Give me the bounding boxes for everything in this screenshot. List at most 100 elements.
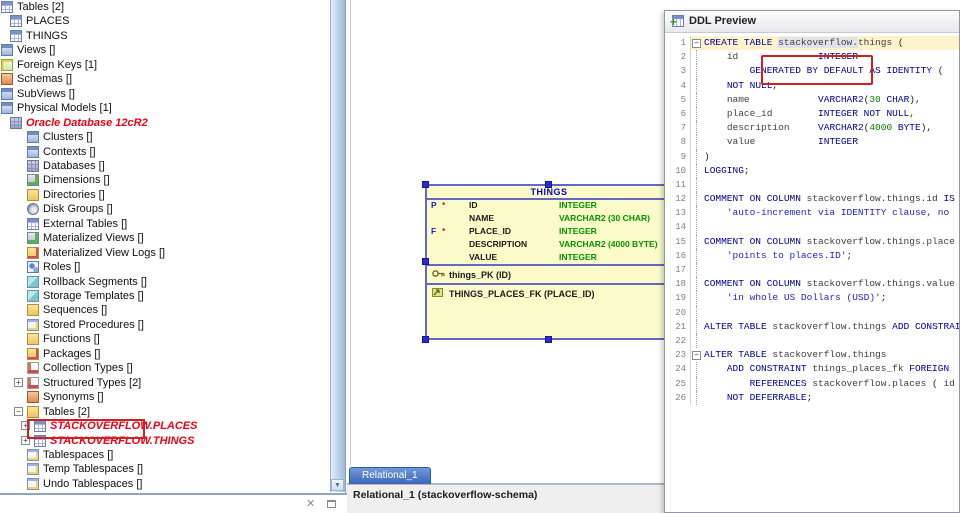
- ddl-line: 2 id INTEGER: [665, 50, 959, 65]
- tree-item-label: Foreign Keys [1]: [17, 58, 98, 71]
- resize-handle-bottom-center[interactable]: [545, 336, 552, 343]
- ddl-line: 21 ALTER TABLE stackoverflow.things ADD C…: [665, 319, 959, 335]
- restore-window-icon[interactable]: [327, 500, 336, 508]
- tree-item-things[interactable]: THINGS: [0, 29, 345, 44]
- tree-item-foreign-keys-1[interactable]: Foreign Keys [1]: [0, 58, 345, 73]
- tree-vertical-scrollbar[interactable]: ▼: [330, 0, 345, 492]
- code-fold-minus-icon[interactable]: −: [692, 39, 701, 48]
- entity-column-row[interactable]: DESCRIPTION VARCHAR2 (4000 BYTE): [427, 239, 671, 252]
- column-name: ID: [469, 200, 478, 210]
- resize-handle-bottom-left[interactable]: [422, 336, 429, 343]
- tree-item-places[interactable]: PLACES: [0, 14, 345, 29]
- tablespaces-icon: [27, 477, 39, 490]
- tree-item-disk-groups[interactable]: Disk Groups []: [0, 202, 345, 217]
- ddl-line: 20: [665, 305, 959, 320]
- tree-item-materialized-views[interactable]: Materialized Views []: [0, 231, 345, 246]
- code-fold-minus-icon[interactable]: −: [692, 351, 701, 361]
- resize-handle-top-left[interactable]: [422, 181, 429, 188]
- tree-item-label: Tables [2]: [17, 1, 65, 13]
- tree-item-label: Sequences []: [43, 304, 108, 317]
- ddl-line-text: COMMENT ON COLUMN stackoverflow.things.p…: [704, 235, 955, 247]
- ddl-preview-titlebar[interactable]: DDL Preview: [665, 11, 959, 33]
- tree-item-clusters[interactable]: Clusters []: [0, 130, 345, 145]
- ddl-line-text: LOGGING;: [704, 164, 750, 176]
- scroll-down-arrow-icon[interactable]: ▼: [331, 479, 344, 491]
- tree-item-storage-templates[interactable]: Storage Templates []: [0, 289, 345, 304]
- ddl-line: 13 'auto-increment via IDENTITY clause, …: [665, 206, 959, 221]
- expand-plus-icon[interactable]: +: [14, 377, 23, 387]
- ddl-line-text: REFERENCES stackoverflow.places ( id: [749, 377, 955, 389]
- ddl-preview-window[interactable]: DDL Preview 1−CREATE TABLE stackoverflow…: [664, 10, 960, 513]
- tree-item-sequences[interactable]: Sequences []: [0, 303, 345, 318]
- tree-item-synonyms[interactable]: Synonyms []: [0, 390, 345, 405]
- fold-guide-column: [691, 390, 704, 406]
- tree-item-temp-tablespaces[interactable]: Temp Tablespaces []: [0, 462, 345, 477]
- docked-panel-edge: ✕: [0, 493, 347, 513]
- tree-item-roles[interactable]: Roles []: [0, 260, 345, 275]
- tree-item-undo-tablespaces[interactable]: Undo Tablespaces []: [0, 477, 345, 492]
- fold-guide-column: [691, 121, 704, 136]
- column-name: NAME: [469, 213, 495, 223]
- ddl-generate-icon: [670, 15, 684, 28]
- tree-item-contexts[interactable]: Contexts []: [0, 145, 345, 160]
- fold-guide-column: [691, 362, 704, 377]
- ddl-preview-title: DDL Preview: [689, 15, 757, 27]
- clusters-icon: [27, 131, 39, 144]
- close-icon[interactable]: ✕: [306, 499, 315, 510]
- fold-guide-column: [691, 220, 704, 235]
- ddl-code-editor[interactable]: 1− CREATE TABLE stackoverflow.things (2 i…: [665, 33, 959, 406]
- tree-item-physical-models-1[interactable]: Physical Models [1]: [0, 101, 345, 116]
- functions-icon: [27, 333, 39, 346]
- tree-item-tables-2[interactable]: Tables [2]: [0, 0, 345, 15]
- ddl-line: 10 LOGGING;: [665, 163, 959, 179]
- tree-item-stored-procedures[interactable]: Stored Procedures []: [0, 318, 345, 333]
- entity-things[interactable]: THINGS P * ID INTEGER NAME VARCHAR2 (30 CHAR)…: [422, 181, 673, 343]
- tree-item-stackoverflow-things[interactable]: + STACKOVERFLOW.THINGS: [0, 434, 345, 449]
- databases-icon: [27, 159, 39, 172]
- tree-item-collection-types[interactable]: Collection Types []: [0, 361, 345, 376]
- tree-item-rollback-segments[interactable]: Rollback Segments []: [0, 275, 345, 290]
- object-browser-tree[interactable]: Tables [2] PLACES THINGS Views [] Foreign Ke…: [0, 0, 346, 493]
- tree-item-views[interactable]: Views []: [0, 43, 345, 58]
- collapse-minus-icon[interactable]: −: [14, 406, 23, 416]
- expand-plus-icon[interactable]: +: [21, 421, 30, 431]
- tree-item-databases[interactable]: Databases []: [0, 159, 345, 174]
- ddl-line: 17: [665, 263, 959, 278]
- tree-item-schemas[interactable]: Schemas []: [0, 72, 345, 87]
- panel-splitter[interactable]: [347, 0, 351, 493]
- tree-item-subviews[interactable]: SubViews []: [0, 87, 345, 102]
- ddl-line: 22: [665, 333, 959, 349]
- tree-item-tables-2[interactable]: − Tables [2]: [0, 405, 345, 420]
- tab-relational-1[interactable]: Relational_1: [349, 467, 431, 484]
- entity-column-row[interactable]: F * PLACE_ID INTEGER: [427, 226, 671, 239]
- tree-item-stackoverflow-places[interactable]: + STACKOVERFLOW.PLACES: [0, 419, 345, 434]
- tree-item-label: Structured Types [2]: [43, 376, 142, 389]
- directories-icon: [27, 188, 39, 201]
- column-name: PLACE_ID: [469, 226, 512, 236]
- expand-plus-icon[interactable]: +: [21, 435, 30, 445]
- fold-guide-column: [691, 291, 704, 306]
- ddl-line: 5 name VARCHAR2(30 CHAR),: [665, 92, 959, 108]
- tree-item-external-tables[interactable]: External Tables []: [0, 217, 345, 232]
- tree-item-tablespaces[interactable]: Tablespaces []: [0, 448, 345, 463]
- fold-guide-column: [691, 263, 704, 278]
- tree-item-functions[interactable]: Functions []: [0, 332, 345, 347]
- tree-item-label: STACKOVERFLOW.PLACES: [50, 420, 198, 433]
- tree-item-label: STACKOVERFLOW.THINGS: [50, 434, 195, 447]
- entity-column-row[interactable]: P * ID INTEGER: [427, 200, 671, 213]
- tree-item-materialized-view-logs[interactable]: Materialized View Logs []: [0, 246, 345, 261]
- entity-column-row[interactable]: NAME VARCHAR2 (30 CHAR): [427, 213, 671, 226]
- tree-item-directories[interactable]: Directories []: [0, 188, 345, 203]
- resize-handle-middle-left[interactable]: [422, 258, 429, 265]
- tree-item-oracle-database-12cr2[interactable]: Oracle Database 12cR2: [0, 116, 345, 131]
- oracle-database-icon: [10, 116, 22, 129]
- fold-guide-column: [691, 64, 704, 79]
- dimensions-icon: [27, 174, 39, 187]
- tree-item-structured-types-2[interactable]: + Structured Types [2]: [0, 376, 345, 391]
- ddl-line-text: description VARCHAR2(4000 BYTE),: [726, 122, 933, 134]
- ddl-line: 8 value INTEGER: [665, 135, 959, 150]
- ddl-line-text: 'points to places.ID';: [726, 249, 853, 261]
- resize-handle-top-center[interactable]: [545, 181, 552, 188]
- tree-item-packages[interactable]: Packages []: [0, 347, 345, 362]
- tree-item-dimensions[interactable]: Dimensions []: [0, 173, 345, 188]
